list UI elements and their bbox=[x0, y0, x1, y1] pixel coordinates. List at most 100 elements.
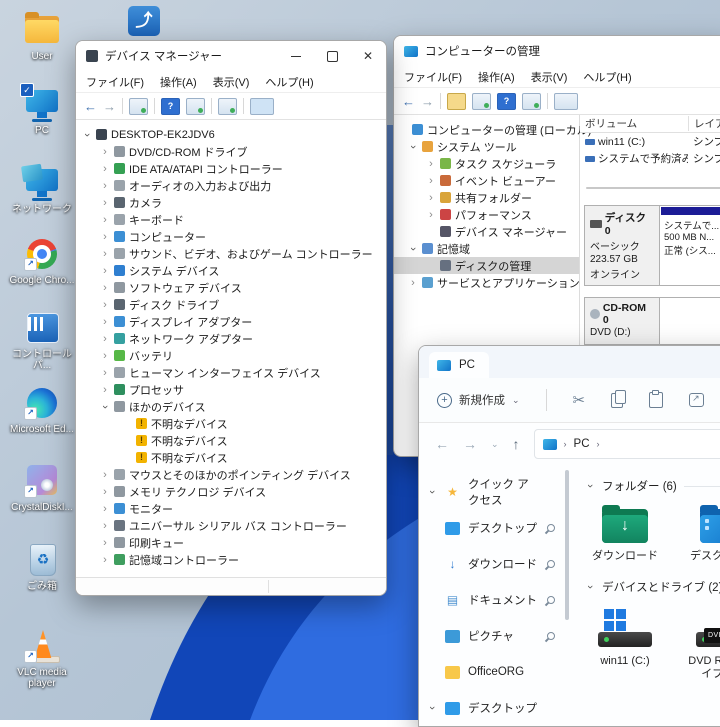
device-tree-item[interactable]: ›!不明なデバイス bbox=[76, 449, 386, 466]
chevron-icon[interactable]: › bbox=[100, 282, 110, 293]
chevron-icon[interactable]: › bbox=[426, 487, 438, 497]
chevron-icon[interactable]: › bbox=[426, 192, 436, 203]
menu-item[interactable]: 表示(V) bbox=[213, 74, 250, 90]
chevron-icon[interactable]: › bbox=[100, 265, 110, 276]
cm-tree-item[interactable]: ›コンピューターの管理 (ローカル) bbox=[394, 121, 591, 138]
drive-tile-dvd[interactable]: DVD DVD RW ドライブ (D:) bbox=[687, 607, 720, 681]
desktop-icon-crystaldiskinfo[interactable]: ↗ CrystalDiskI... bbox=[6, 463, 78, 513]
breadcrumb[interactable]: › PC › bbox=[533, 429, 720, 459]
folder-tile-downloads[interactable]: ↓ ダウンロード bbox=[589, 505, 661, 563]
desktop-icon-network[interactable]: ネットワーク bbox=[6, 163, 78, 215]
chevron-icon[interactable]: › bbox=[100, 503, 110, 514]
help-icon[interactable]: ? bbox=[497, 92, 516, 110]
desktop-icon-user[interactable]: User bbox=[6, 12, 78, 62]
sidebar-item[interactable]: ›↓ダウンロード bbox=[419, 546, 565, 582]
properties-icon[interactable] bbox=[186, 97, 205, 115]
cm-tree-item[interactable]: ›ディスクの管理 bbox=[394, 257, 579, 274]
device-tree-item[interactable]: › カメラ bbox=[76, 194, 386, 211]
chevron-icon[interactable]: › bbox=[81, 130, 93, 140]
chevron-icon[interactable]: › bbox=[99, 402, 111, 412]
nav-history-icon[interactable]: ⌄ bbox=[491, 439, 499, 450]
window-view-icon[interactable] bbox=[472, 92, 491, 110]
device-tree-item[interactable]: › マウスとそのほかのポインティング デバイス bbox=[76, 466, 386, 483]
device-tree-item[interactable]: › ネットワーク アダプター bbox=[76, 330, 386, 347]
list-view-icon[interactable] bbox=[129, 97, 148, 115]
column-layout[interactable]: レイア bbox=[689, 116, 720, 131]
folder-tile-desktop[interactable]: デスクトップ bbox=[687, 505, 720, 563]
cm-tree-item[interactable]: › システム ツール bbox=[394, 138, 579, 155]
disk0-label[interactable]: ディスク 0 ベーシック 223.57 GB オンライン bbox=[584, 205, 660, 286]
device-tree-item[interactable]: › コンピューター bbox=[76, 228, 386, 245]
sidebar-scrollbar[interactable] bbox=[565, 464, 571, 726]
sidebar-item[interactable]: ›デスクトップ bbox=[419, 690, 565, 726]
console-icon[interactable] bbox=[522, 92, 541, 110]
menu-item[interactable]: ファイル(F) bbox=[86, 74, 144, 90]
chevron-icon[interactable]: › bbox=[407, 142, 419, 152]
cm-title-bar[interactable]: コンピューターの管理 bbox=[394, 36, 720, 66]
volume-row[interactable]: システムで予約済みシンプ bbox=[580, 150, 720, 167]
cdrom-partition[interactable] bbox=[660, 297, 720, 345]
chevron-icon[interactable]: › bbox=[584, 481, 596, 491]
cm-tree-item[interactable]: › 共有フォルダー bbox=[394, 189, 579, 206]
desktop-icon-chrome[interactable]: ↗ Google Chro... bbox=[6, 236, 78, 286]
device-tree-item[interactable]: › 記憶域コントローラー bbox=[76, 551, 386, 568]
device-tree-item[interactable]: › バッテリ bbox=[76, 347, 386, 364]
chevron-icon[interactable]: › bbox=[100, 554, 110, 565]
copy-icon[interactable] bbox=[611, 389, 627, 408]
nav-back-icon[interactable]: ← bbox=[435, 436, 449, 452]
back-icon[interactable]: ← bbox=[84, 99, 97, 114]
chevron-icon[interactable]: › bbox=[100, 469, 110, 480]
chevron-icon[interactable]: › bbox=[100, 197, 110, 208]
chevron-icon[interactable]: › bbox=[426, 175, 436, 186]
cm-tree-item[interactable]: › タスク スケジューラ bbox=[394, 155, 579, 172]
cm-tree-item[interactable]: › 記憶域 bbox=[394, 240, 579, 257]
menu-item[interactable]: ヘルプ(H) bbox=[265, 74, 313, 90]
device-tree-item[interactable]: › モニター bbox=[76, 500, 386, 517]
chevron-icon[interactable]: › bbox=[100, 537, 110, 548]
chevron-icon[interactable]: › bbox=[100, 180, 110, 191]
nav-up-icon[interactable]: ↑ bbox=[513, 436, 520, 452]
share-icon[interactable] bbox=[689, 393, 705, 407]
partition-system-reserved[interactable]: システムで... 500 MB N... 正常 (シス... bbox=[660, 205, 720, 286]
device-tree-item[interactable]: › 印刷キュー bbox=[76, 534, 386, 551]
chevron-icon[interactable]: › bbox=[100, 367, 110, 378]
chevron-icon[interactable]: › bbox=[100, 520, 110, 531]
section-drives[interactable]: › デバイスとドライブ (2) bbox=[584, 579, 720, 595]
device-tree-item[interactable]: › ディスプレイ アダプター bbox=[76, 313, 386, 330]
maximize-button[interactable] bbox=[314, 41, 350, 71]
device-tree-item[interactable]: › DESKTOP-EK2JDV6 bbox=[76, 126, 386, 143]
desktop-icon-recycle-bin[interactable]: ♻ ごみ箱 bbox=[6, 542, 78, 592]
device-tree-item[interactable]: › メモリ テクノロジ デバイス bbox=[76, 483, 386, 500]
section-folders[interactable]: › フォルダー (6) bbox=[584, 478, 720, 494]
breadcrumb-pc[interactable]: PC bbox=[574, 438, 590, 450]
export-icon[interactable] bbox=[447, 92, 466, 110]
back-icon[interactable]: ← bbox=[402, 94, 415, 109]
panel-icon[interactable] bbox=[554, 92, 578, 110]
cm-tree-item[interactable]: › サービスとアプリケーション bbox=[394, 274, 580, 291]
sidebar-item[interactable]: ›▤ドキュメント bbox=[419, 582, 565, 618]
device-tree-item[interactable]: › ディスク ドライブ bbox=[76, 296, 386, 313]
device-tree-item[interactable]: › オーディオの入力および出力 bbox=[76, 177, 386, 194]
chevron-icon[interactable]: › bbox=[426, 158, 436, 169]
menu-item[interactable]: ヘルプ(H) bbox=[583, 69, 631, 85]
desktop-icon-vlc[interactable]: ↗ VLC media player bbox=[6, 628, 78, 689]
sidebar-item[interactable]: ›OfficeORG bbox=[419, 654, 565, 690]
device-tree-item[interactable]: › プロセッサ bbox=[76, 381, 386, 398]
desktop-icon-pc[interactable]: ✓ PC bbox=[6, 83, 78, 136]
remote-icon[interactable] bbox=[250, 97, 274, 115]
device-tree-item[interactable]: › ユニバーサル シリアル バス コントローラー bbox=[76, 517, 386, 534]
menu-item[interactable]: 操作(A) bbox=[478, 69, 515, 85]
chevron-icon[interactable]: › bbox=[100, 299, 110, 310]
help-icon[interactable]: ? bbox=[161, 97, 180, 115]
cm-tree-item[interactable]: › パフォーマンス bbox=[394, 206, 579, 223]
chevron-icon[interactable]: › bbox=[100, 231, 110, 242]
cm-tree-item[interactable]: ›デバイス マネージャー bbox=[394, 223, 579, 240]
chevron-icon[interactable]: › bbox=[100, 248, 110, 259]
chevron-icon[interactable]: › bbox=[100, 350, 110, 361]
chevron-icon[interactable]: › bbox=[100, 146, 110, 157]
desktop-icon-control-panel[interactable]: コントロール パ... bbox=[6, 310, 78, 371]
chevron-icon[interactable]: › bbox=[100, 316, 110, 327]
chevron-icon[interactable]: › bbox=[426, 703, 438, 713]
sidebar-item[interactable]: ›デスクトップ bbox=[419, 510, 565, 546]
device-tree-item[interactable]: › キーボード bbox=[76, 211, 386, 228]
